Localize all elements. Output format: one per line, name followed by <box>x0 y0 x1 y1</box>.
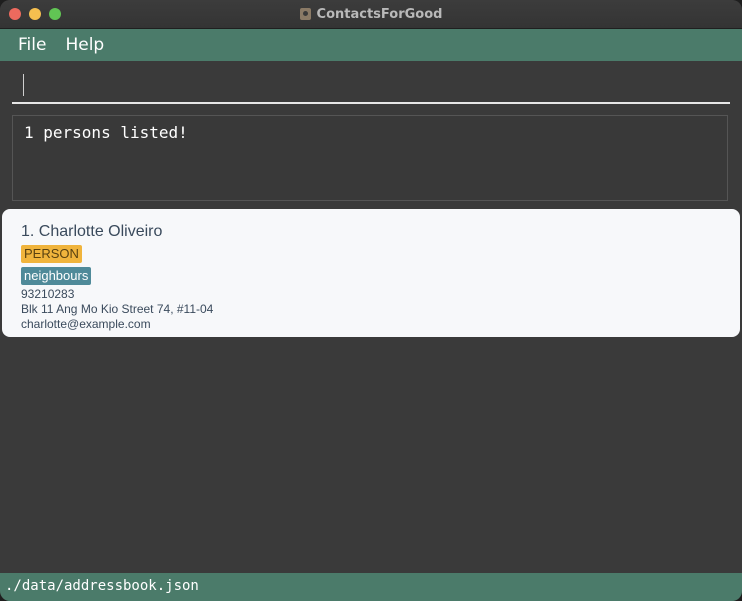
command-box <box>12 66 730 104</box>
person-name: 1. Charlotte Oliveiro <box>21 223 163 240</box>
contact-book-icon <box>299 8 311 20</box>
person-group-tag: neighbours <box>21 267 92 285</box>
person-type-tag: PERSON <box>21 245 82 263</box>
command-input[interactable] <box>12 66 730 102</box>
text-caret <box>23 74 24 96</box>
person-address: Blk 11 Ang Mo Kio Street 74, #11-04 <box>21 302 214 316</box>
status-bar: ./data/addressbook.json <box>0 573 742 601</box>
title-bar[interactable]: ContactsForGood <box>0 0 742 29</box>
menu-bar: File Help <box>0 29 742 61</box>
save-file-path: ./data/addressbook.json <box>5 578 199 594</box>
person-card[interactable]: 1. Charlotte Oliveiro PERSON neighbours … <box>2 209 740 337</box>
person-email: charlotte@example.com <box>21 317 151 331</box>
menu-file[interactable]: File <box>18 35 46 55</box>
person-phone: 93210283 <box>21 287 75 301</box>
result-message: 1 persons listed! <box>24 123 188 142</box>
app-window: ContactsForGood File Help 1 persons list… <box>0 0 742 601</box>
person-list[interactable]: 1. Charlotte Oliveiro PERSON neighbours … <box>0 205 742 573</box>
menu-help[interactable]: Help <box>65 35 104 55</box>
window-title: ContactsForGood <box>316 6 443 22</box>
window-title-wrap: ContactsForGood <box>0 0 742 28</box>
result-display[interactable]: 1 persons listed! <box>12 115 728 201</box>
